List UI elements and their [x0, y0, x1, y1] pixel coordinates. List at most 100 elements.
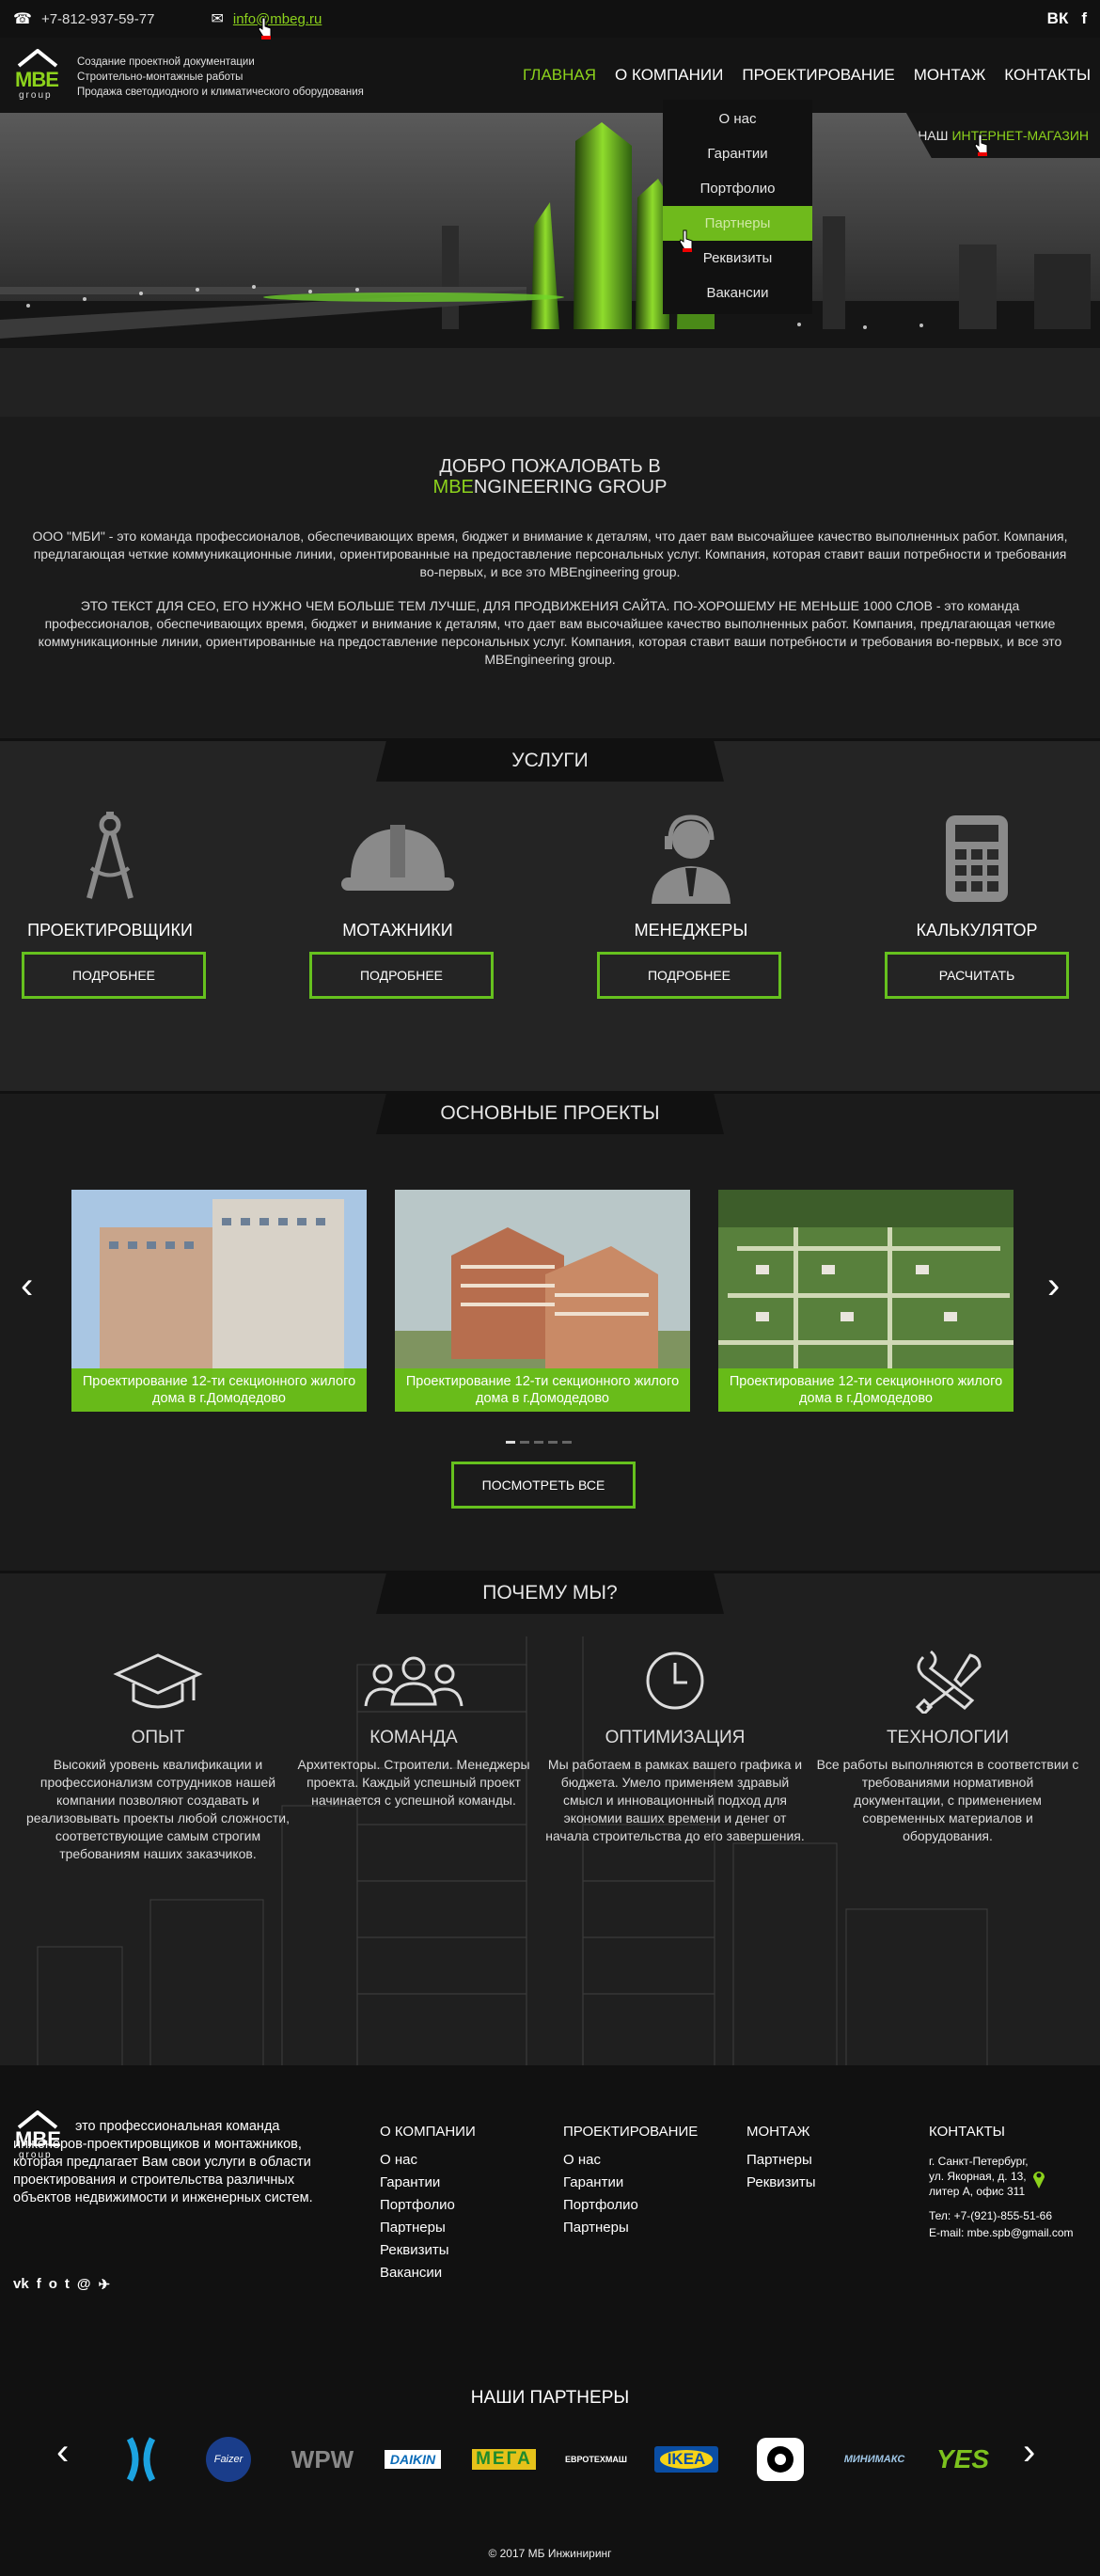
footer-email[interactable]: E-mail: mbe.spb@gmail.com: [929, 2225, 1074, 2240]
installers-more-button[interactable]: ПОДРОБНЕЕ: [309, 952, 494, 999]
pin-icon[interactable]: ✈: [99, 2276, 111, 2293]
dropdown-item-about-us[interactable]: О нас: [663, 102, 812, 136]
vk-icon[interactable]: vk: [13, 2276, 29, 2293]
footer-link[interactable]: Реквизиты: [746, 2172, 816, 2194]
why-title: ПОЧЕМУ МЫ?: [376, 1572, 724, 1614]
calculator-icon: [883, 809, 1071, 908]
service-name: ПРОЕКТИРОВЩИКИ: [27, 921, 193, 940]
carousel-dot[interactable]: [534, 1441, 543, 1444]
phone-link[interactable]: ☎ +7-812-937-59-77: [13, 9, 154, 28]
why-name: ОПЫТ: [131, 1728, 185, 1747]
footer-link[interactable]: О нас: [563, 2149, 698, 2172]
dropdown-item-guarantees[interactable]: Гарантии: [663, 136, 812, 171]
project-card[interactable]: Проектирование 12-ти секционного жилого …: [71, 1190, 367, 1412]
phone-number: +7-812-937-59-77: [40, 10, 155, 27]
partners-next-arrow-icon[interactable]: ›: [1023, 2431, 1035, 2473]
footer-link[interactable]: Вакансии: [380, 2262, 476, 2284]
mail-icon[interactable]: @: [77, 2276, 91, 2293]
nav-installation[interactable]: МОНТАЖ: [904, 66, 996, 85]
vk-icon[interactable]: ВК: [1047, 9, 1069, 28]
facebook-icon[interactable]: f: [37, 2276, 41, 2293]
footer-social-icons: vk f ᴏ t @ ✈: [13, 2276, 110, 2293]
footer-link[interactable]: О нас: [380, 2149, 476, 2172]
partner-logo-wpw[interactable]: WPW: [282, 2431, 363, 2488]
why-text: Мы работаем в рамках вашего графика и бю…: [545, 1757, 805, 1843]
odnoklassniki-icon[interactable]: ᴏ: [49, 2276, 57, 2293]
dropdown-item-vacancies[interactable]: Вакансии: [663, 276, 812, 310]
about-dropdown-menu: О нас Гарантии Портфолио Партнеры Реквиз…: [663, 100, 812, 314]
carousel-dot[interactable]: [562, 1441, 572, 1444]
shop-label: ИНТЕРНЕТ-МАГАЗИН: [951, 128, 1089, 143]
partner-logo-mega[interactable]: МЕГА: [466, 2431, 542, 2488]
facebook-icon[interactable]: f: [1081, 9, 1087, 28]
partner-logo-ikea[interactable]: IKEA: [649, 2431, 724, 2488]
view-all-button[interactable]: ПОСМОТРЕТЬ ВСЕ: [451, 1462, 636, 1509]
address-line: литер А, офис 311: [929, 2185, 1026, 2198]
logo[interactable]: MBE group: [13, 45, 66, 103]
nav-about[interactable]: О КОМПАНИИ: [605, 66, 732, 85]
why-name: ТЕХНОЛОГИИ: [886, 1728, 1010, 1747]
pointer-cursor-icon: [679, 229, 693, 252]
dropdown-item-portfolio[interactable]: Портфолио: [663, 171, 812, 206]
address-line: г. Санкт-Петербург,: [929, 2155, 1029, 2168]
carousel-dot[interactable]: [520, 1441, 529, 1444]
partner-logo-icon[interactable]: [120, 2431, 162, 2488]
phone-icon: ☎: [13, 11, 32, 27]
nav-home[interactable]: ГЛАВНАЯ: [513, 66, 605, 85]
carousel-dot[interactable]: [506, 1441, 515, 1444]
footer-col-title: МОНТАЖ: [746, 2124, 810, 2140]
nav-design[interactable]: ПРОЕКТИРОВАНИЕ: [732, 66, 904, 85]
footer-link[interactable]: Портфолио: [563, 2194, 698, 2217]
footer-col-about: О КОМПАНИИ О нас Гарантии Портфолио Парт…: [380, 2121, 476, 2284]
project-caption: Проектирование 12-ти секционного жилого …: [395, 1368, 690, 1412]
why-technology: ТЕХНОЛОГИИ Все работы выполняются в соот…: [816, 1648, 1079, 1845]
footer-link[interactable]: Партнеры: [746, 2149, 816, 2172]
email-address: info@mbeg.ru: [232, 10, 322, 27]
nav-contacts[interactable]: КОНТАКТЫ: [995, 66, 1100, 85]
carousel-dot[interactable]: [548, 1441, 558, 1444]
clock-icon: [646, 1651, 704, 1710]
managers-more-button[interactable]: ПОДРОБНЕЕ: [597, 952, 781, 999]
partner-logo-evrotehmash[interactable]: ЕВРОТЕХМАШ: [557, 2431, 636, 2488]
carousel-dots: [506, 1441, 572, 1444]
brand-rest: NGINEERING GROUP: [473, 477, 668, 498]
partner-logo-yes[interactable]: YES: [935, 2431, 991, 2488]
footer-link[interactable]: Партнеры: [380, 2217, 476, 2239]
partners-prev-arrow-icon[interactable]: ‹: [56, 2431, 69, 2473]
twitter-icon[interactable]: t: [65, 2276, 70, 2293]
tagline-line: Строительно-монтажные работы: [77, 71, 244, 83]
logo-subtext: group: [19, 90, 53, 101]
footer-col-title: ПРОЕКТИРОВАНИЕ: [563, 2124, 699, 2140]
tagline: Создание проектной документации Строител…: [77, 55, 364, 100]
partner-logo-faizer[interactable]: Faizer: [203, 2431, 254, 2488]
pointer-cursor-icon: [974, 134, 988, 156]
footer-link[interactable]: Реквизиты: [380, 2239, 476, 2262]
service-name: МОТАЖНИКИ: [342, 921, 453, 940]
project-card[interactable]: Проектирование 12-ти секционного жилого …: [718, 1190, 1014, 1412]
partner-logo-camera-icon[interactable]: [752, 2431, 809, 2488]
footer-link[interactable]: Гарантии: [380, 2172, 476, 2194]
seo-paragraph: ЭТО ТЕКСТ ДЛЯ СЕО, ЕГО НУЖНО ЧЕМ БОЛЬШЕ …: [38, 598, 1062, 667]
footer-link[interactable]: Портфолио: [380, 2194, 476, 2217]
prev-arrow-icon[interactable]: ‹: [21, 1265, 33, 1307]
hero-banner: [0, 113, 1100, 417]
partner-logo-minimaks[interactable]: МИНИМАКС: [827, 2431, 921, 2488]
partner-logo-daikin[interactable]: DAIKIN: [373, 2431, 452, 2488]
service-managers: МЕНЕДЖЕРЫ: [597, 809, 785, 940]
location-pin-icon[interactable]: [1032, 2169, 1045, 2189]
partners-title: НАШИ ПАРТНЕРЫ: [470, 2388, 630, 2408]
footer-phone[interactable]: Тел: +7-(921)-855-51-66: [929, 2208, 1052, 2223]
brand-green: MBE: [432, 477, 474, 498]
project-card[interactable]: Проектирование 12-ти секционного жилого …: [395, 1190, 690, 1412]
welcome-line: ДОБРО ПОЖАЛОВАТЬ В: [439, 456, 661, 477]
project-caption: Проектирование 12-ти секционного жилого …: [718, 1368, 1014, 1412]
why-text: Все работы выполняются в соответствии с …: [816, 1757, 1079, 1843]
designers-more-button[interactable]: ПОДРОБНЕЕ: [22, 952, 206, 999]
footer-col-title: КОНТАКТЫ: [929, 2124, 1005, 2140]
footer-link[interactable]: Гарантии: [563, 2172, 698, 2194]
service-name: КАЛЬКУЛЯТОР: [916, 921, 1038, 940]
next-arrow-icon[interactable]: ›: [1047, 1265, 1060, 1307]
calculator-button[interactable]: РАСЧИТАТЬ: [885, 952, 1069, 999]
shop-prefix: НАШ: [918, 128, 949, 143]
footer-link[interactable]: Партнеры: [563, 2217, 698, 2239]
